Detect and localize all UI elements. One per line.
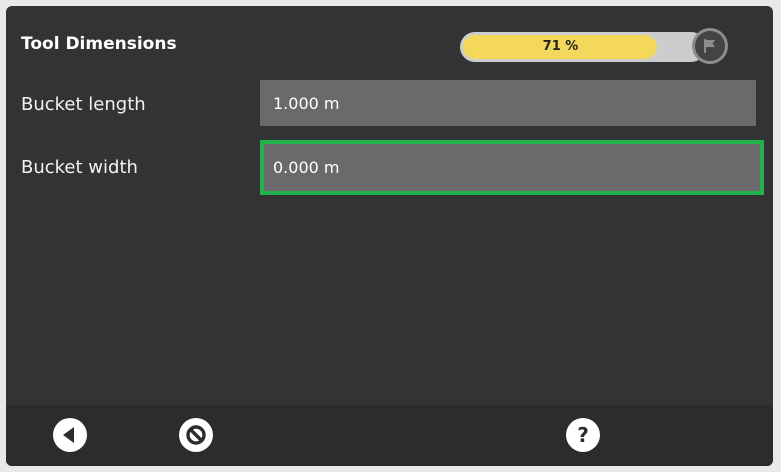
bucket-length-input[interactable] <box>260 80 756 126</box>
page-title: Tool Dimensions <box>21 34 177 54</box>
flag-button[interactable] <box>692 28 728 64</box>
bucket-width-input[interactable] <box>264 144 760 191</box>
bottom-toolbar: ? <box>6 405 773 466</box>
bucket-width-label: Bucket width <box>21 157 138 178</box>
svg-text:?: ? <box>577 423 589 447</box>
progress-label: 71 % <box>542 39 579 54</box>
flag-icon <box>704 39 715 53</box>
tool-dimensions-screen: Tool Dimensions 71 % Bucket length Bucke… <box>6 6 773 466</box>
bucket-length-label: Bucket length <box>21 94 146 115</box>
bucket-width-field[interactable] <box>260 140 764 195</box>
back-arrow-icon <box>63 427 74 443</box>
progress-indicator: 71 % <box>460 25 732 69</box>
bucket-length-field[interactable] <box>260 80 756 126</box>
help-icon: ? <box>577 423 589 447</box>
cancel-icon <box>186 425 206 445</box>
cancel-button[interactable] <box>179 418 213 452</box>
back-button[interactable] <box>53 418 87 452</box>
help-button[interactable]: ? <box>566 418 600 452</box>
